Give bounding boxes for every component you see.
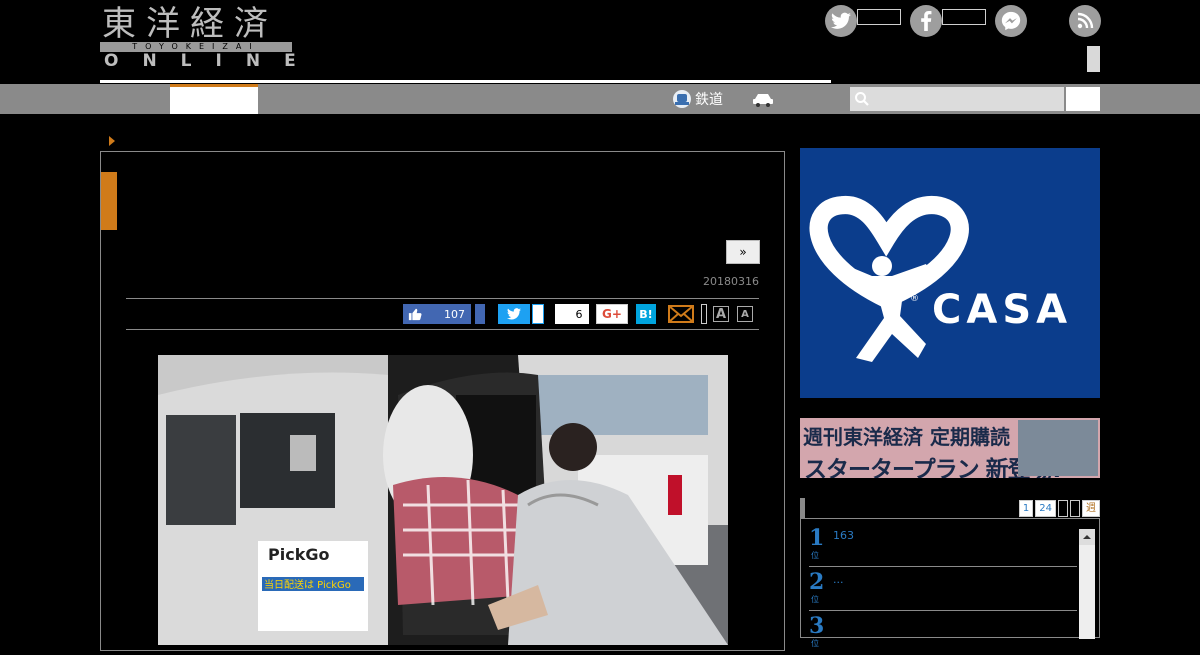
messenger-icon xyxy=(1001,11,1021,31)
logo-online: ONLINE xyxy=(104,51,320,71)
hatena-bookmark-button[interactable]: B! xyxy=(636,304,656,324)
header-divider xyxy=(100,80,831,83)
ranking-header: 1 24 週 xyxy=(800,498,1100,518)
twitter-share-count xyxy=(532,304,544,324)
nav-item-railway[interactable]: 鉄道 xyxy=(672,87,723,111)
ranking-item[interactable]: 3 位 xyxy=(809,611,1077,655)
casa-ad-banner[interactable]: ® CASA xyxy=(800,148,1100,398)
messenger-button[interactable] xyxy=(995,5,1027,37)
ranking-unit: 位 xyxy=(811,639,819,648)
magazine-covers-image xyxy=(1018,420,1098,476)
train-icon xyxy=(673,90,691,108)
ranking-number: 1 xyxy=(809,525,825,551)
title-accent-bar xyxy=(101,172,117,230)
rss-icon xyxy=(1077,12,1094,29)
nav-tab-active[interactable] xyxy=(170,84,258,114)
breadcrumb-arrow-icon xyxy=(109,136,115,146)
chevron-up-icon xyxy=(1083,535,1091,539)
nav-item-railway-label: 鉄道 xyxy=(695,92,723,108)
twitter-follow-count xyxy=(857,9,901,25)
ranking-tab-24h[interactable]: 24 xyxy=(1035,500,1056,517)
facebook-like-share[interactable]: 107 xyxy=(403,304,471,324)
site-logo[interactable]: 東洋経済 TOYOKEIZAI ONLINE xyxy=(100,4,296,70)
ranking-list: 1 位 163 2 位 ... 3 位 xyxy=(800,518,1100,648)
article-photo: PickGo 当日配送は PickGo xyxy=(158,355,728,645)
ranking-tabs: 1 24 週 xyxy=(1018,500,1100,517)
search-button[interactable] xyxy=(1066,87,1100,111)
google-plus-button[interactable]: G+ xyxy=(596,304,628,324)
toyo-ad-line1: 週刊東洋経済 定期購読 xyxy=(803,425,1010,449)
scroll-up-button[interactable] xyxy=(1079,529,1095,545)
ranking-number: 3 xyxy=(809,613,825,639)
rss-button[interactable] xyxy=(1069,5,1101,37)
ranking-title: 163 xyxy=(833,529,854,542)
share-divider-top xyxy=(126,298,759,299)
logo-kanji: 東洋経済 xyxy=(102,4,278,44)
article-date: 20180316 xyxy=(703,275,759,288)
casa-registered-mark: ® xyxy=(910,294,919,304)
ranking-item[interactable]: 1 位 163 xyxy=(809,523,1077,567)
facebook-share-extra[interactable] xyxy=(475,304,485,324)
mail-share-extra[interactable] xyxy=(701,304,707,324)
ranking-unit: 位 xyxy=(811,595,819,604)
photo-sign-line1: 当日配送は PickGo xyxy=(264,578,351,591)
ranking-tab-weekly[interactable]: 週 xyxy=(1082,500,1100,517)
ranking-title: ... xyxy=(833,573,844,586)
facebook-like-button[interactable] xyxy=(910,5,942,37)
share-count-box: 6 xyxy=(555,304,589,324)
twitter-follow-button[interactable] xyxy=(825,5,857,37)
font-size-large-button[interactable]: A xyxy=(713,306,729,322)
car-icon[interactable] xyxy=(752,91,774,107)
twitter-share-button[interactable] xyxy=(498,304,530,324)
toyokeizai-subscription-ad[interactable]: 週刊東洋経済 定期購読 スタータープラン 新登場! xyxy=(800,418,1100,478)
header-menu-box[interactable] xyxy=(1087,46,1100,72)
facebook-like-count xyxy=(942,9,986,25)
ranking-number: 2 xyxy=(809,569,825,595)
global-nav: 鉄道 xyxy=(0,84,1200,114)
share-divider-bottom xyxy=(126,329,759,330)
facebook-icon xyxy=(921,11,932,31)
search-box xyxy=(850,87,1064,111)
ranking-scrollbar[interactable] xyxy=(1079,529,1095,639)
mail-share-button[interactable] xyxy=(668,304,694,324)
ranking-item[interactable]: 2 位 ... xyxy=(809,567,1077,611)
twitter-icon xyxy=(831,12,851,29)
facebook-like-count-share: 107 xyxy=(444,307,465,321)
thumbs-up-icon xyxy=(408,308,422,321)
search-icon xyxy=(855,92,869,106)
article-container: » 20180316 107 6 G+ B! A A PickGo 当日配送は … xyxy=(100,151,785,651)
next-page-button[interactable]: » xyxy=(726,240,760,264)
ranking-unit: 位 xyxy=(811,551,819,560)
ranking-tab-1h[interactable]: 1 xyxy=(1018,500,1034,517)
mail-icon xyxy=(668,305,694,323)
ranking-tab-4[interactable] xyxy=(1070,500,1080,517)
search-input[interactable] xyxy=(872,87,1062,111)
photo-sign-brand: PickGo xyxy=(268,545,329,564)
ranking-tab-3[interactable] xyxy=(1058,500,1068,517)
font-size-small-button[interactable]: A xyxy=(737,306,753,322)
twitter-icon xyxy=(507,308,521,320)
ranking-panel: 1 24 週 1 位 163 2 位 ... 3 位 xyxy=(800,498,1100,648)
casa-brand: CASA xyxy=(932,287,1072,333)
